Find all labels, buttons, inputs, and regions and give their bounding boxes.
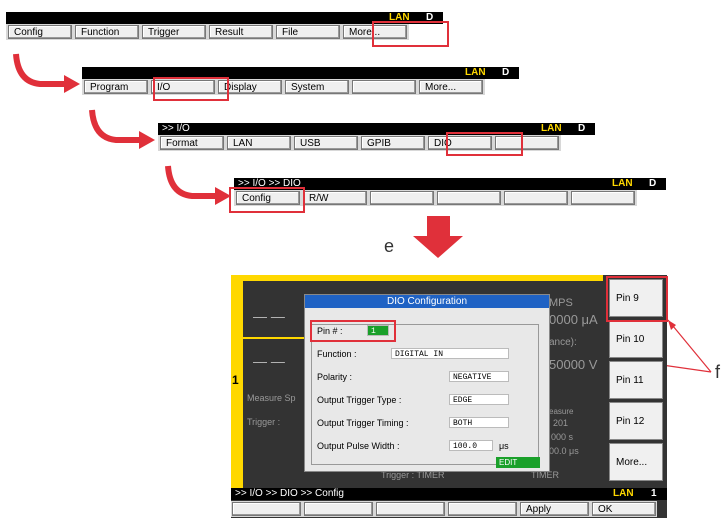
easure-text: easure xyxy=(549,407,574,416)
us-text: 00.0 μs xyxy=(549,446,579,456)
step-arrow-3-icon xyxy=(165,165,217,199)
divider-line xyxy=(243,337,305,339)
step-arrow-2-icon xyxy=(89,109,141,143)
pin10-softkey[interactable]: Pin 10 xyxy=(609,320,663,358)
status-path: >> I/O >> DIO >> Config xyxy=(235,488,344,499)
ua-value: 0000 μA xyxy=(549,312,598,327)
pin12-softkey[interactable]: Pin 12 xyxy=(609,402,663,440)
dash-2: — — xyxy=(253,353,285,369)
dash-1: — — xyxy=(253,308,285,324)
trigger-type-value[interactable]: EDGE xyxy=(449,394,509,405)
top-accent-line xyxy=(243,275,603,281)
mps-text: MPS xyxy=(549,297,573,309)
blank-key[interactable] xyxy=(376,502,445,516)
channel-number: 1 xyxy=(232,373,239,387)
step-arrowhead-2-icon xyxy=(139,131,155,149)
pulse-width-label: Output Pulse Width : xyxy=(317,441,400,451)
lan-indicator: LAN xyxy=(613,488,634,499)
label-f: f xyxy=(715,362,721,382)
screen-number: 1 xyxy=(651,488,657,499)
trigger-timing-label: Output Trigger Timing : xyxy=(317,418,409,428)
highlight-pin-field xyxy=(310,320,396,342)
blank-key[interactable] xyxy=(304,502,373,516)
ance-text: ance): xyxy=(549,337,577,348)
edit-badge: EDIT xyxy=(496,457,540,468)
pin11-softkey[interactable]: Pin 11 xyxy=(609,361,663,399)
trigger-label-text: Trigger : xyxy=(247,417,281,427)
pulse-width-value[interactable]: 100.0 xyxy=(449,440,493,451)
function-label: Function : xyxy=(317,349,357,359)
v-value: 50000 V xyxy=(549,357,598,372)
pulse-width-unit: μs xyxy=(499,441,509,451)
down-arrow-icon xyxy=(413,216,463,258)
function-value[interactable]: DIGITAL IN xyxy=(391,348,509,359)
more-softkey[interactable]: More... xyxy=(609,443,663,481)
label-e: e xyxy=(384,236,395,256)
ok-key[interactable]: OK xyxy=(592,502,656,516)
screen-status-bar: >> I/O >> DIO >> Config LAN 1 xyxy=(231,488,667,500)
instrument-screen: 1 — — — — Measure Sp Trigger : MPS 0000 … xyxy=(231,275,667,518)
highlight-pin9 xyxy=(606,276,668,322)
step-arrowhead-1-icon xyxy=(64,75,80,93)
polarity-value[interactable]: NEGATIVE xyxy=(449,371,509,382)
step-arrow-1-icon xyxy=(13,53,66,87)
trigger-timing-value[interactable]: BOTH xyxy=(449,417,509,428)
polarity-label: Polarity : xyxy=(317,372,353,382)
time-text: 000 s xyxy=(551,432,574,442)
step-arrowhead-3-icon xyxy=(215,187,231,205)
callout-line-pin9-icon xyxy=(667,319,712,373)
trigger-type-label: Output Trigger Type : xyxy=(317,395,402,405)
blank-key[interactable] xyxy=(232,502,301,516)
blank-key[interactable] xyxy=(448,502,517,516)
apply-key[interactable]: Apply xyxy=(520,502,589,516)
measure-sp-text: Measure Sp xyxy=(247,393,296,403)
dialog-title: DIO Configuration xyxy=(305,295,549,308)
count-text: 201 xyxy=(553,418,569,428)
screen-bottom-keys: Apply OK xyxy=(231,501,657,517)
